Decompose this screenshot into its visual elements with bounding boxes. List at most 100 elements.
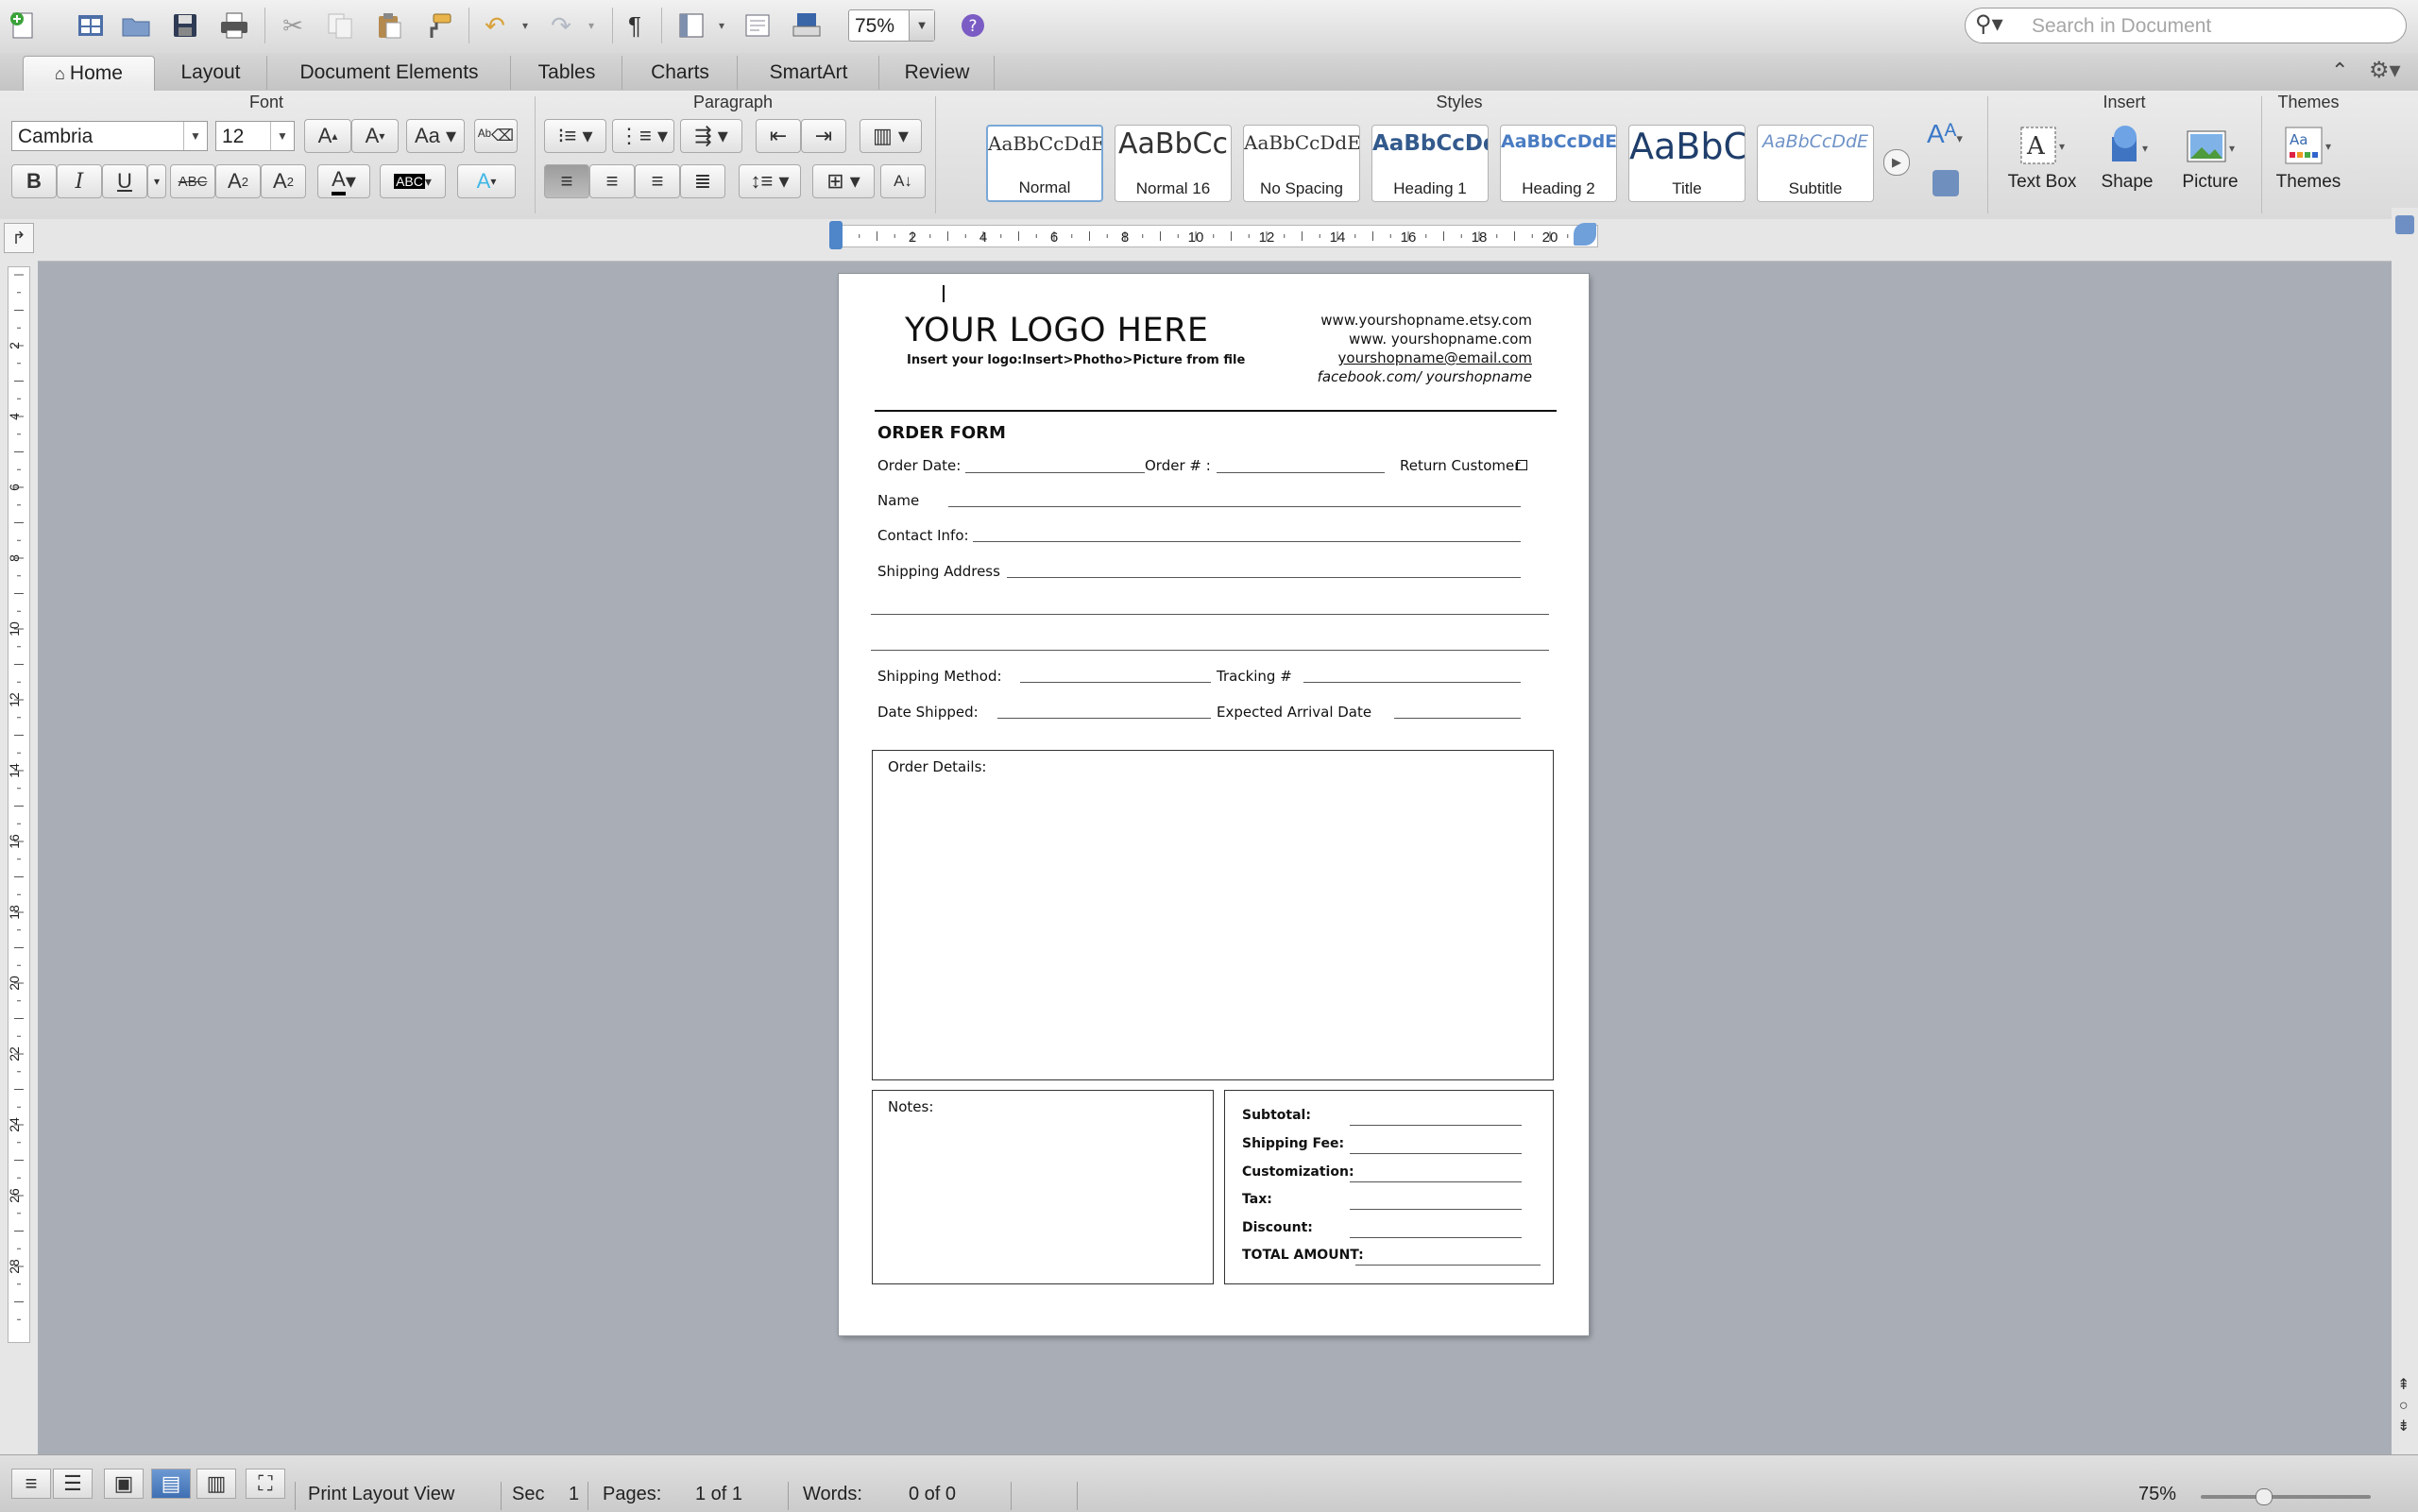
themes-button[interactable]: Aa ▾ Themes xyxy=(2271,119,2346,193)
save-icon[interactable] xyxy=(166,6,204,45)
shrink-font-button[interactable]: A ▾ xyxy=(351,119,399,153)
toolbox-icon[interactable] xyxy=(739,6,776,45)
tab-smartart[interactable]: SmartArt xyxy=(739,56,879,90)
superscript-button[interactable]: A2 xyxy=(215,164,261,198)
draft-view-icon[interactable]: ≡ xyxy=(11,1469,51,1499)
name-line[interactable] xyxy=(948,506,1521,507)
date-shipped-line[interactable] xyxy=(997,718,1211,719)
undo-dropdown-icon[interactable]: ▾ xyxy=(506,6,544,45)
zoom-slider-thumb[interactable] xyxy=(2256,1488,2273,1505)
bullets-button[interactable]: ⁝≡ ▾ xyxy=(544,119,606,153)
tab-home[interactable]: ⌂ Home xyxy=(23,56,155,91)
manage-styles-icon[interactable]: Aᴬ▾ xyxy=(1927,119,1963,149)
show-formatting-icon[interactable]: ¶ xyxy=(616,6,654,45)
styles-pane-icon[interactable] xyxy=(1933,170,1959,196)
print-icon[interactable] xyxy=(215,6,253,45)
customization-line[interactable] xyxy=(1350,1181,1522,1182)
subtotal-line[interactable] xyxy=(1350,1125,1522,1126)
style-heading-2[interactable]: AaBbCcDdEe Heading 2 xyxy=(1500,125,1617,202)
tab-review[interactable]: Review xyxy=(880,56,995,90)
font-name-select[interactable]: Cambria ▼ xyxy=(11,121,208,151)
borders-button[interactable]: ⊞ ▾ xyxy=(812,164,875,198)
vertical-scrollbar[interactable]: ⇞ ○ ⇟ xyxy=(2392,208,2418,1454)
vertical-ruler[interactable]: 246810121416182022242628 xyxy=(8,266,30,1343)
insert-shape-button[interactable]: ▾ Shape xyxy=(2089,119,2165,193)
shipping-address-line-2[interactable] xyxy=(871,614,1549,615)
order-number-line[interactable] xyxy=(1217,472,1385,473)
document-page[interactable]: YOUR LOGO HERE Insert your logo:Insert>P… xyxy=(839,274,1589,1335)
multilevel-list-button[interactable]: ⇶ ▾ xyxy=(680,119,742,153)
focus-view-icon[interactable]: ⛶ xyxy=(246,1469,285,1499)
sidebar-dropdown-icon[interactable]: ▾ xyxy=(703,6,741,45)
style-normal-16[interactable]: AaBbCc Normal 16 xyxy=(1115,125,1232,202)
contact-info-line[interactable] xyxy=(973,541,1521,542)
copy-icon[interactable] xyxy=(321,6,359,45)
paste-icon[interactable] xyxy=(370,6,408,45)
print-layout-view-icon[interactable]: ▤ xyxy=(151,1469,191,1499)
shipping-fee-line[interactable] xyxy=(1350,1153,1522,1154)
search-field[interactable]: ⚲▾ Search in Document xyxy=(1965,8,2407,43)
style-no-spacing[interactable]: AaBbCcDdEe No Spacing xyxy=(1243,125,1360,202)
open-icon[interactable] xyxy=(117,6,155,45)
left-indent-marker[interactable] xyxy=(829,221,843,249)
change-case-button[interactable]: Aa ▾ xyxy=(406,119,465,153)
tax-line[interactable] xyxy=(1350,1209,1522,1210)
style-heading-1[interactable]: AaBbCcDd Heading 1 xyxy=(1371,125,1489,202)
gear-icon[interactable]: ⚙▾ xyxy=(2369,57,2401,84)
clear-formatting-button[interactable]: ᴬᵇ⌫ xyxy=(474,119,518,153)
bold-button[interactable]: B xyxy=(11,164,57,198)
tracking-line[interactable] xyxy=(1303,682,1521,683)
zoom-slider-track[interactable] xyxy=(2201,1495,2371,1499)
insert-text-box-button[interactable]: A ▾ Text Box xyxy=(2004,119,2080,193)
total-amount-line[interactable] xyxy=(1355,1265,1541,1266)
gallery-icon[interactable] xyxy=(72,6,110,45)
expected-arrival-line[interactable] xyxy=(1394,718,1521,719)
shipping-address-line[interactable] xyxy=(1007,577,1521,578)
page-navigation-icons[interactable]: ⇞ ○ ⇟ xyxy=(2397,1375,2409,1437)
order-date-line[interactable] xyxy=(965,472,1145,473)
publishing-layout-view-icon[interactable]: ▣ xyxy=(104,1469,144,1499)
notebook-view-icon[interactable]: ▥ xyxy=(196,1469,236,1499)
line-spacing-button[interactable]: ↕≡ ▾ xyxy=(739,164,801,198)
cut-icon[interactable]: ✂ xyxy=(274,6,312,45)
font-size-select[interactable]: 12 ▼ xyxy=(215,121,295,151)
redo-dropdown-icon[interactable]: ▾ xyxy=(572,6,610,45)
sort-button[interactable]: A↓ xyxy=(880,164,926,198)
media-browser-icon[interactable] xyxy=(788,6,826,45)
align-center-button[interactable]: ≡ xyxy=(589,164,635,198)
style-normal[interactable]: AaBbCcDdEe Normal xyxy=(986,125,1103,202)
grow-font-button[interactable]: A ▴ xyxy=(304,119,351,153)
format-painter-icon[interactable] xyxy=(419,6,457,45)
discount-line[interactable] xyxy=(1350,1237,1522,1238)
outline-view-icon[interactable]: ☰ xyxy=(53,1469,93,1499)
font-color-button[interactable]: A ▾ xyxy=(317,164,370,198)
order-details-box[interactable]: Order Details: xyxy=(872,750,1554,1080)
strikethrough-button[interactable]: ABC xyxy=(170,164,215,198)
tab-charts[interactable]: Charts xyxy=(623,56,738,90)
style-subtitle[interactable]: AaBbCcDdE Subtitle xyxy=(1757,125,1874,202)
zoom-select[interactable]: 75% ▼ xyxy=(848,9,935,42)
columns-button[interactable]: ▥ ▾ xyxy=(860,119,922,153)
new-document-icon[interactable] xyxy=(4,6,42,45)
underline-dropdown-icon[interactable]: ▾ xyxy=(147,164,166,198)
underline-button[interactable]: U xyxy=(102,164,147,198)
text-effects-button[interactable]: A ▾ xyxy=(457,164,516,198)
insert-picture-button[interactable]: ▾ Picture xyxy=(2172,119,2248,193)
tab-tables[interactable]: Tables xyxy=(512,56,622,90)
return-customer-checkbox[interactable] xyxy=(1517,460,1527,470)
italic-button[interactable]: I xyxy=(57,164,102,198)
highlight-button[interactable]: ABC ▾ xyxy=(380,164,446,198)
tab-selector-icon[interactable]: ↱ xyxy=(4,223,34,253)
contact-email[interactable]: yourshopname@email.com xyxy=(1338,349,1532,366)
horizontal-ruler[interactable]: 2 4 6 8 10 12 14 16 18 20 xyxy=(831,225,1598,247)
align-right-button[interactable]: ≡ xyxy=(635,164,680,198)
split-view-icon[interactable] xyxy=(2395,215,2414,234)
subscript-button[interactable]: A2 xyxy=(261,164,306,198)
tab-document-elements[interactable]: Document Elements xyxy=(268,56,511,90)
right-indent-marker[interactable] xyxy=(1574,223,1596,246)
style-title[interactable]: AaBbC Title xyxy=(1628,125,1745,202)
tab-layout[interactable]: Layout xyxy=(155,56,267,90)
help-icon[interactable]: ? xyxy=(954,6,992,45)
notes-box[interactable]: Notes: xyxy=(872,1090,1214,1284)
shipping-address-line-3[interactable] xyxy=(871,650,1549,651)
